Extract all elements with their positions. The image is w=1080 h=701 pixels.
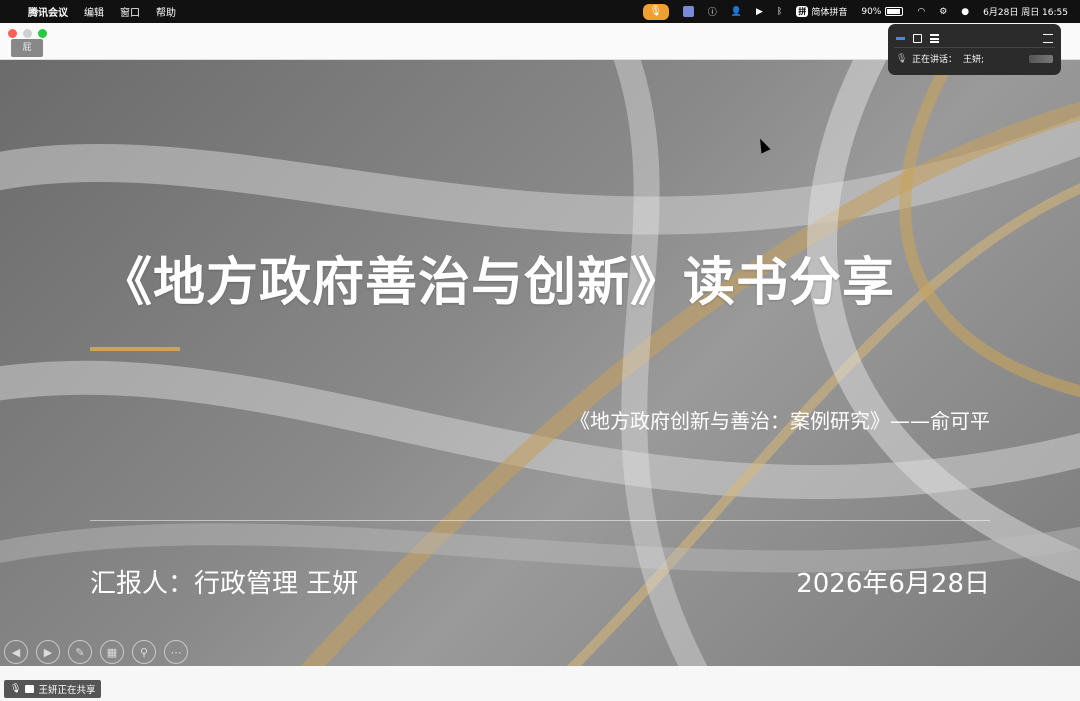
control-center-icon[interactable]: ⚙ bbox=[939, 7, 947, 17]
mic-muted-icon: 🎙 bbox=[896, 53, 908, 64]
speaker-row: 🎙 正在讲话： 王妍; bbox=[888, 48, 1061, 69]
title-accent-bar bbox=[90, 347, 180, 351]
input-method[interactable]: 拼 简体拼音 bbox=[796, 5, 847, 18]
pen-tool-button[interactable]: ✎ bbox=[68, 640, 92, 664]
menu-help[interactable]: 帮助 bbox=[156, 4, 176, 19]
list-mode-icon[interactable] bbox=[930, 34, 939, 43]
speaking-label: 正在讲话： bbox=[912, 55, 958, 65]
clock-status-icon[interactable]: ⓘ bbox=[708, 5, 717, 18]
window-controls bbox=[8, 29, 47, 38]
slide-title: 《地方政府善治与创新》读书分享 bbox=[100, 253, 896, 313]
zoom-window-button[interactable] bbox=[38, 29, 47, 38]
menu-app-name[interactable]: 腾讯会议 bbox=[28, 4, 68, 19]
wifi-icon[interactable]: ◠ bbox=[917, 7, 925, 17]
previous-slide-button[interactable]: ◀ bbox=[4, 640, 28, 664]
siri-icon[interactable]: ● bbox=[961, 7, 969, 17]
menu-edit[interactable]: 编辑 bbox=[84, 4, 104, 19]
volume-indicator bbox=[1029, 54, 1053, 63]
slide-reporter: 汇报人：行政管理 王妍 bbox=[90, 569, 359, 599]
slide-overview-button[interactable]: ▦ bbox=[100, 640, 124, 664]
slide-subtitle: 《地方政府创新与善治：案例研究》——俞可平 bbox=[570, 409, 990, 433]
mic-icon: 🎙 bbox=[10, 684, 22, 694]
minimize-window-button[interactable] bbox=[23, 29, 32, 38]
battery-percent: 90% bbox=[861, 6, 882, 17]
menu-bar: 腾讯会议 编辑 窗口 帮助 🎙 ⓘ 👤 ▶ ᛒ 拼 简体拼音 90% ◠ ⚙ ●… bbox=[0, 0, 1080, 23]
meeting-status-icon[interactable] bbox=[682, 6, 694, 17]
slide-date: 2026年6月28日 bbox=[796, 569, 990, 599]
floating-panel-toolbar bbox=[888, 24, 1061, 47]
mic-status-icon[interactable]: 🎙 bbox=[642, 3, 669, 20]
more-options-button[interactable]: ⋯ bbox=[164, 640, 188, 664]
slideshow-controls: ◀ ▶ ✎ ▦ ⚲ ⋯ bbox=[4, 640, 188, 664]
window-mode-icon[interactable] bbox=[913, 34, 922, 43]
ime-icon: 拼 bbox=[796, 6, 809, 17]
menu-clock[interactable]: 6月28日 周日 16:55 bbox=[983, 5, 1068, 18]
close-window-button[interactable] bbox=[8, 29, 17, 38]
screen-share-badge[interactable]: 🎙 王妍正在共享 bbox=[4, 680, 102, 698]
meeting-bottom-bar bbox=[0, 666, 1080, 701]
screen-share-icon bbox=[25, 685, 35, 693]
slide-divider bbox=[90, 520, 990, 521]
expand-panel-icon[interactable] bbox=[1043, 34, 1053, 43]
next-slide-button[interactable]: ▶ bbox=[36, 640, 60, 664]
shared-slide: 《地方政府善治与创新》读书分享 《地方政府创新与善治：案例研究》——俞可平 汇报… bbox=[0, 60, 1080, 666]
menu-window[interactable]: 窗口 bbox=[120, 4, 140, 19]
participant-thumbnail[interactable]: 屁 bbox=[11, 39, 43, 57]
minimize-panel-icon[interactable] bbox=[896, 37, 905, 40]
floating-meeting-panel[interactable]: 🎙 正在讲话： 王妍; bbox=[888, 24, 1061, 75]
zoom-button[interactable]: ⚲ bbox=[132, 640, 156, 664]
user-icon[interactable]: 👤 bbox=[731, 7, 742, 17]
play-icon[interactable]: ▶ bbox=[756, 7, 763, 17]
ime-label: 简体拼音 bbox=[811, 8, 848, 18]
bluetooth-icon[interactable]: ᛒ bbox=[777, 7, 782, 17]
battery-status[interactable]: 90% bbox=[861, 6, 904, 17]
speaker-name: 王妍; bbox=[963, 55, 985, 65]
share-status-text: 王妍正在共享 bbox=[38, 685, 96, 696]
battery-icon bbox=[885, 7, 904, 16]
